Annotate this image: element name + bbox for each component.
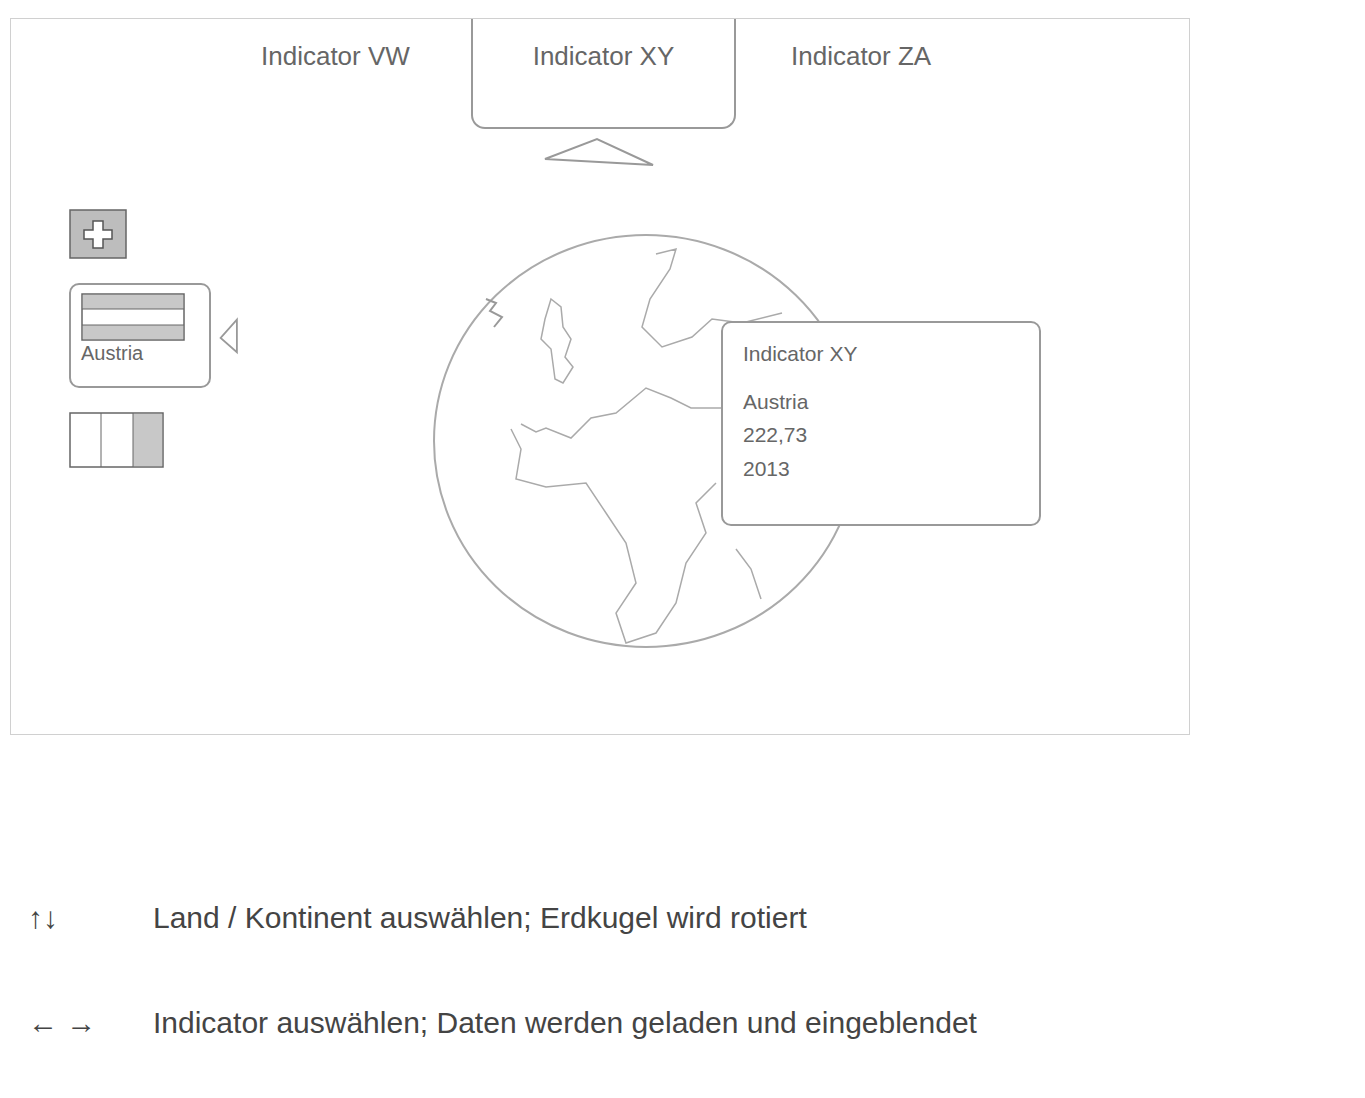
italian-flag-icon [69,412,164,468]
tooltip-year: 2013 [743,452,1019,486]
indicator-label: Indicator XY [533,41,675,71]
legend-text: Land / Kontinent auswählen; Erdkugel wir… [153,895,807,940]
arrow-keys: ↑↓ [28,895,153,940]
pointer-icon [217,314,241,358]
swiss-flag-icon [69,209,127,259]
main-area: AustriaIndicator XYAustria222,732013 [11,169,1189,659]
flag [69,209,127,259]
tooltip-value: 222,73 [743,418,1019,452]
indicator-tab[interactable]: Indicator XY [471,19,791,169]
tooltip-country: Austria [743,385,1019,419]
pointer-icon [541,129,661,169]
indicator-bar: Indicator VW Indicator XY Indicator ZA [11,19,1189,169]
country-list: Austria [11,169,241,659]
austrian-flag-icon [81,293,185,341]
tooltip-title: Indicator XY [743,337,1019,371]
arrow-keys: ← → [28,1000,153,1045]
app-frame: Indicator VW Indicator XY Indicator ZA Aust… [10,18,1190,735]
country-item[interactable] [69,209,241,259]
flag [69,412,164,468]
country-item[interactable] [69,412,241,468]
legend-row: ← →Indicator auswählen; Daten werden gel… [28,1000,1365,1045]
legend-text: Indicator auswählen; Daten werden gelade… [153,1000,977,1045]
country-label: Austria [81,341,199,365]
country-item[interactable]: Austria [69,283,241,388]
flag [81,293,199,341]
data-tooltip: Indicator XY Austria222,732013 [721,321,1041,526]
indicator-tab[interactable]: Indicator VW [261,19,471,76]
globe[interactable]: Indicator XYAustria222,732013 [431,229,861,659]
key-legend: ↑↓Land / Kontinent auswählen; Erdkugel w… [0,895,1365,1045]
legend-row: ↑↓Land / Kontinent auswählen; Erdkugel w… [28,895,1365,940]
indicator-tab[interactable]: Indicator ZA [791,19,1001,76]
